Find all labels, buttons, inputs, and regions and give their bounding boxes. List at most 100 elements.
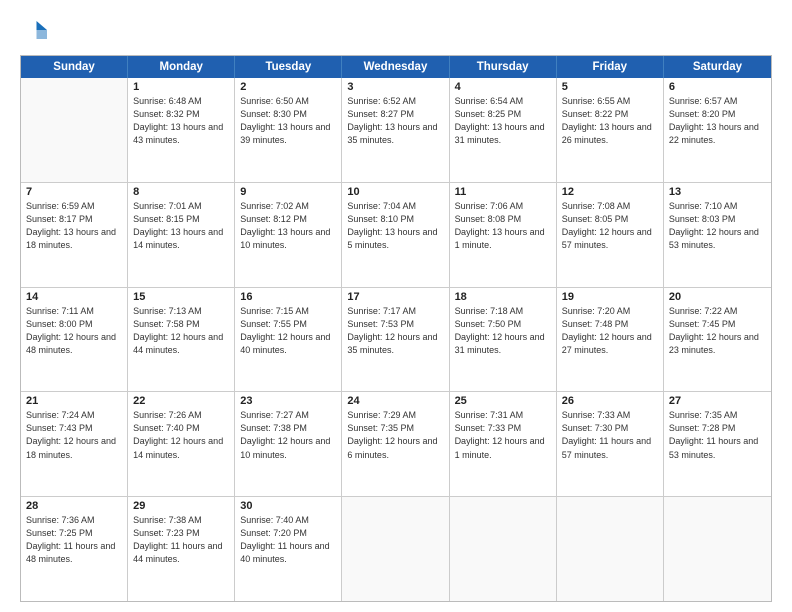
day-info: Sunrise: 7:20 AMSunset: 7:48 PMDaylight:… <box>562 305 658 357</box>
day-info: Sunrise: 6:50 AMSunset: 8:30 PMDaylight:… <box>240 95 336 147</box>
day-cell: 25 Sunrise: 7:31 AMSunset: 7:33 PMDayligh… <box>450 392 557 496</box>
calendar-body: 1 Sunrise: 6:48 AMSunset: 8:32 PMDaylight… <box>21 78 771 601</box>
day-info: Sunrise: 6:55 AMSunset: 8:22 PMDaylight:… <box>562 95 658 147</box>
day-cell: 19 Sunrise: 7:20 AMSunset: 7:48 PMDayligh… <box>557 288 664 392</box>
day-number: 8 <box>133 186 229 198</box>
day-number: 18 <box>455 291 551 303</box>
day-cell <box>450 497 557 601</box>
logo <box>20 15 54 45</box>
day-info: Sunrise: 7:29 AMSunset: 7:35 PMDaylight:… <box>347 409 443 461</box>
day-number: 29 <box>133 500 229 512</box>
day-cell: 8Sunrise: 7:01 AMSunset: 8:15 PMDaylight… <box>128 183 235 287</box>
day-cell <box>21 78 128 182</box>
day-info: Sunrise: 7:10 AMSunset: 8:03 PMDaylight:… <box>669 200 766 252</box>
header-cell-wednesday: Wednesday <box>342 56 449 78</box>
day-cell: 23Sunrise: 7:27 AMSunset: 7:38 PMDayligh… <box>235 392 342 496</box>
day-number: 9 <box>240 186 336 198</box>
day-number: 10 <box>347 186 443 198</box>
day-info: Sunrise: 7:27 AMSunset: 7:38 PMDaylight:… <box>240 409 336 461</box>
day-cell: 27 Sunrise: 7:35 AMSunset: 7:28 PMDayligh… <box>664 392 771 496</box>
day-info: Sunrise: 7:06 AMSunset: 8:08 PMDaylight:… <box>455 200 551 252</box>
calendar: SundayMondayTuesdayWednesdayThursdayFrid… <box>20 55 772 602</box>
day-number: 1 <box>133 81 229 93</box>
day-number: 20 <box>669 291 766 303</box>
week-row-5: 28 Sunrise: 7:36 AMSunset: 7:25 PMDayligh… <box>21 497 771 601</box>
day-number: 16 <box>240 291 336 303</box>
day-info: Sunrise: 7:13 AMSunset: 7:58 PMDaylight:… <box>133 305 229 357</box>
day-cell: 28 Sunrise: 7:36 AMSunset: 7:25 PMDayligh… <box>21 497 128 601</box>
day-cell: 2 Sunrise: 6:50 AMSunset: 8:30 PMDaylight… <box>235 78 342 182</box>
day-cell: 13 Sunrise: 7:10 AMSunset: 8:03 PMDayligh… <box>664 183 771 287</box>
day-number: 4 <box>455 81 551 93</box>
day-info: Sunrise: 7:31 AMSunset: 7:33 PMDaylight:… <box>455 409 551 461</box>
day-number: 24 <box>347 395 443 407</box>
day-cell: 9 Sunrise: 7:02 AMSunset: 8:12 PMDaylight… <box>235 183 342 287</box>
day-cell: 12Sunrise: 7:08 AMSunset: 8:05 PMDayligh… <box>557 183 664 287</box>
week-row-3: 14 Sunrise: 7:11 AMSunset: 8:00 PMDayligh… <box>21 288 771 393</box>
header-cell-tuesday: Tuesday <box>235 56 342 78</box>
day-number: 5 <box>562 81 658 93</box>
day-info: Sunrise: 6:57 AMSunset: 8:20 PMDaylight:… <box>669 95 766 147</box>
day-number: 27 <box>669 395 766 407</box>
day-info: Sunrise: 7:11 AMSunset: 8:00 PMDaylight:… <box>26 305 122 357</box>
day-number: 17 <box>347 291 443 303</box>
day-cell: 17 Sunrise: 7:17 AMSunset: 7:53 PMDayligh… <box>342 288 449 392</box>
header <box>20 15 772 45</box>
day-number: 13 <box>669 186 766 198</box>
day-number: 30 <box>240 500 336 512</box>
day-info: Sunrise: 7:26 AMSunset: 7:40 PMDaylight:… <box>133 409 229 461</box>
header-cell-saturday: Saturday <box>664 56 771 78</box>
day-number: 25 <box>455 395 551 407</box>
day-info: Sunrise: 7:40 AMSunset: 7:20 PMDaylight:… <box>240 514 336 566</box>
day-info: Sunrise: 7:36 AMSunset: 7:25 PMDaylight:… <box>26 514 122 566</box>
day-number: 22 <box>133 395 229 407</box>
day-cell: 15Sunrise: 7:13 AMSunset: 7:58 PMDayligh… <box>128 288 235 392</box>
day-cell: 29 Sunrise: 7:38 AMSunset: 7:23 PMDayligh… <box>128 497 235 601</box>
day-number: 2 <box>240 81 336 93</box>
day-cell: 21 Sunrise: 7:24 AMSunset: 7:43 PMDayligh… <box>21 392 128 496</box>
day-cell: 22 Sunrise: 7:26 AMSunset: 7:40 PMDayligh… <box>128 392 235 496</box>
day-info: Sunrise: 7:02 AMSunset: 8:12 PMDaylight:… <box>240 200 336 252</box>
day-info: Sunrise: 7:35 AMSunset: 7:28 PMDaylight:… <box>669 409 766 461</box>
day-cell <box>557 497 664 601</box>
header-cell-monday: Monday <box>128 56 235 78</box>
week-row-2: 7 Sunrise: 6:59 AMSunset: 8:17 PMDaylight… <box>21 183 771 288</box>
day-info: Sunrise: 7:18 AMSunset: 7:50 PMDaylight:… <box>455 305 551 357</box>
header-cell-friday: Friday <box>557 56 664 78</box>
calendar-header: SundayMondayTuesdayWednesdayThursdayFrid… <box>21 56 771 78</box>
day-cell <box>664 497 771 601</box>
day-cell: 18 Sunrise: 7:18 AMSunset: 7:50 PMDayligh… <box>450 288 557 392</box>
day-info: Sunrise: 7:24 AMSunset: 7:43 PMDaylight:… <box>26 409 122 461</box>
day-number: 26 <box>562 395 658 407</box>
logo-icon <box>20 15 50 45</box>
day-cell: 4 Sunrise: 6:54 AMSunset: 8:25 PMDaylight… <box>450 78 557 182</box>
day-cell: 10 Sunrise: 7:04 AMSunset: 8:10 PMDayligh… <box>342 183 449 287</box>
day-cell: 16Sunrise: 7:15 AMSunset: 7:55 PMDayligh… <box>235 288 342 392</box>
day-cell <box>342 497 449 601</box>
day-number: 28 <box>26 500 122 512</box>
header-cell-thursday: Thursday <box>450 56 557 78</box>
day-info: Sunrise: 6:54 AMSunset: 8:25 PMDaylight:… <box>455 95 551 147</box>
day-cell: 11 Sunrise: 7:06 AMSunset: 8:08 PMDayligh… <box>450 183 557 287</box>
day-number: 7 <box>26 186 122 198</box>
day-number: 11 <box>455 186 551 198</box>
day-number: 6 <box>669 81 766 93</box>
day-number: 19 <box>562 291 658 303</box>
day-number: 14 <box>26 291 122 303</box>
day-cell: 14 Sunrise: 7:11 AMSunset: 8:00 PMDayligh… <box>21 288 128 392</box>
day-cell: 1 Sunrise: 6:48 AMSunset: 8:32 PMDaylight… <box>128 78 235 182</box>
day-info: Sunrise: 6:52 AMSunset: 8:27 PMDaylight:… <box>347 95 443 147</box>
day-number: 21 <box>26 395 122 407</box>
day-cell: 3 Sunrise: 6:52 AMSunset: 8:27 PMDaylight… <box>342 78 449 182</box>
day-cell: 5 Sunrise: 6:55 AMSunset: 8:22 PMDaylight… <box>557 78 664 182</box>
header-cell-sunday: Sunday <box>21 56 128 78</box>
day-info: Sunrise: 7:38 AMSunset: 7:23 PMDaylight:… <box>133 514 229 566</box>
day-info: Sunrise: 6:59 AMSunset: 8:17 PMDaylight:… <box>26 200 122 252</box>
day-info: Sunrise: 7:04 AMSunset: 8:10 PMDaylight:… <box>347 200 443 252</box>
day-cell: 7 Sunrise: 6:59 AMSunset: 8:17 PMDaylight… <box>21 183 128 287</box>
day-cell: 20Sunrise: 7:22 AMSunset: 7:45 PMDayligh… <box>664 288 771 392</box>
day-info: Sunrise: 6:48 AMSunset: 8:32 PMDaylight:… <box>133 95 229 147</box>
day-cell: 24 Sunrise: 7:29 AMSunset: 7:35 PMDayligh… <box>342 392 449 496</box>
day-info: Sunrise: 7:17 AMSunset: 7:53 PMDaylight:… <box>347 305 443 357</box>
day-number: 3 <box>347 81 443 93</box>
